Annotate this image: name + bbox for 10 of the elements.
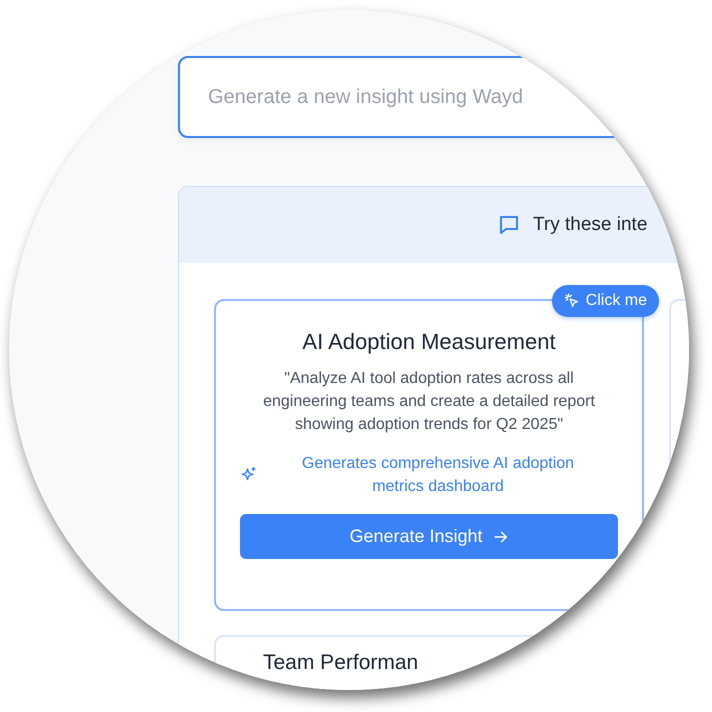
panel-title: Try these inte [533, 214, 648, 236]
click-me-badge[interactable]: Click me [552, 285, 659, 317]
prompt-text: "Analyze AI tool adoption rates across all engineering teams and create a detailed report showing adoption trends for Q2 2025" [262, 369, 596, 435]
outcome-text: Generates comprehensive AI adoption metrics dashboard [300, 454, 576, 497]
chat-icon [497, 213, 521, 237]
card-title: AI Adoption Measurement [302, 329, 556, 355]
arrow-icon [492, 528, 509, 544]
card-title: Team Performan [263, 651, 418, 675]
generate-insight-button[interactable]: Generate Insight [240, 514, 618, 559]
pointer-icon [564, 293, 580, 309]
